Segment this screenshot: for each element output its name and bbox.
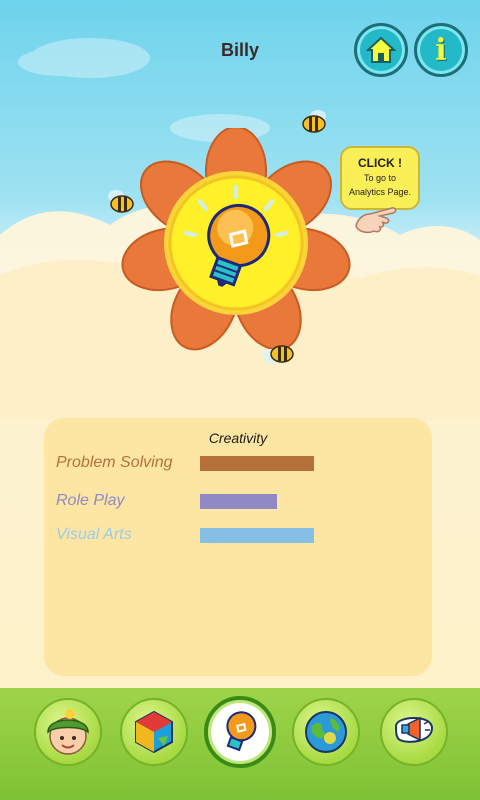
pointing-hand-icon bbox=[355, 207, 397, 234]
skill-row-role-play: Role Play bbox=[56, 492, 426, 514]
skill-label: Role Play bbox=[56, 492, 125, 509]
home-button[interactable] bbox=[354, 23, 408, 77]
bee-icon bbox=[108, 190, 134, 213]
skill-bar bbox=[200, 528, 315, 543]
skill-label: Visual Arts bbox=[56, 526, 132, 543]
nav-child-profile-button[interactable] bbox=[34, 698, 102, 766]
lightbulb-icon bbox=[226, 711, 257, 752]
info-icon: i bbox=[435, 32, 447, 68]
skill-row-visual-arts: Visual Arts bbox=[56, 526, 426, 548]
skill-bar bbox=[200, 456, 315, 471]
bee-icon bbox=[302, 110, 326, 133]
bottom-navigation bbox=[0, 688, 480, 800]
globe-icon bbox=[305, 711, 347, 753]
skill-label: Problem Solving bbox=[56, 454, 173, 471]
skill-bar-track bbox=[200, 456, 420, 472]
child-face-icon bbox=[47, 709, 89, 755]
info-button[interactable]: i bbox=[414, 23, 468, 77]
skill-bar-track bbox=[200, 494, 420, 510]
panel-title: Creativity bbox=[208, 430, 268, 446]
tooltip-line-1: To go to bbox=[363, 173, 397, 183]
nav-shapes-button[interactable] bbox=[120, 698, 188, 766]
megaphone-icon bbox=[394, 716, 434, 743]
creativity-panel: Creativity Problem Solving Role Play Vis… bbox=[44, 418, 432, 676]
home-icon bbox=[366, 36, 396, 63]
skill-bar bbox=[200, 494, 277, 509]
bee-icon bbox=[263, 345, 294, 363]
tooltip-headline: CLICK ! bbox=[358, 156, 402, 170]
flower-lightbulb-emblem[interactable] bbox=[118, 128, 358, 358]
app-screen: Billy i CLICK ! To go to Analytics Page.… bbox=[0, 0, 480, 800]
nav-creativity-button[interactable] bbox=[204, 696, 276, 768]
skill-row-problem-solving: Problem Solving bbox=[56, 454, 426, 476]
nav-world-button[interactable] bbox=[292, 698, 360, 766]
page-title: Billy bbox=[220, 40, 259, 60]
skill-bar-track bbox=[200, 528, 420, 544]
nav-communication-button[interactable] bbox=[380, 698, 448, 766]
shapes-cube-icon bbox=[135, 710, 173, 754]
tooltip-line-2: Analytics Page. bbox=[348, 187, 412, 197]
